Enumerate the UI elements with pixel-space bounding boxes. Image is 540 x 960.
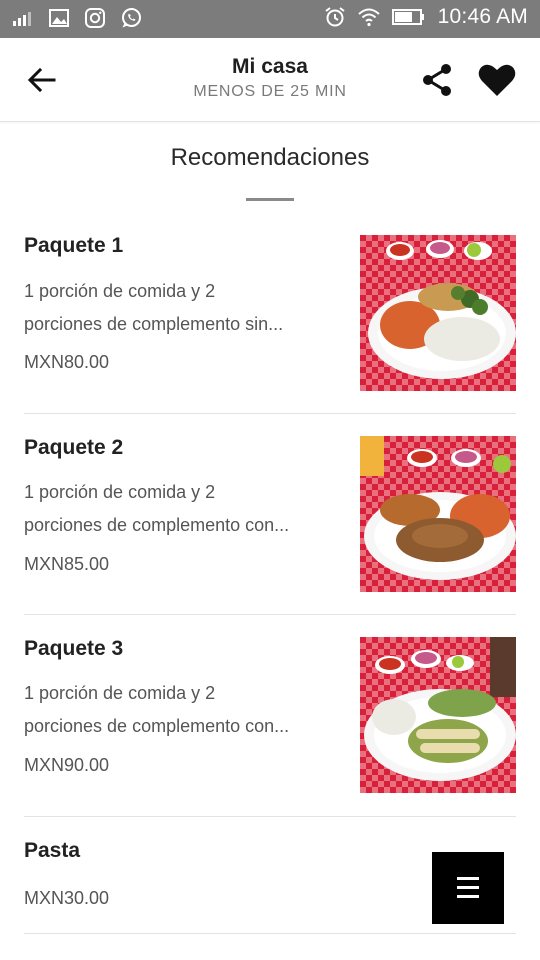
status-bar-notifications — [12, 7, 142, 29]
page-title: Mi casa — [232, 55, 308, 78]
item-description: 1 porción de comida y 2 porciones de com… — [24, 275, 324, 341]
instagram-icon — [85, 8, 105, 28]
status-bar: 10:46 AM — [0, 0, 540, 38]
wifi-icon — [358, 8, 380, 27]
food-plate-image — [360, 436, 516, 592]
item-price: MXN80.00 — [24, 352, 110, 372]
item-price: MXN85.00 — [24, 554, 110, 574]
share-icon[interactable] — [421, 63, 455, 97]
menu-item-paquete-1[interactable]: Paquete 1 1 porción de comida y 2 porcio… — [24, 213, 516, 414]
item-description: 1 porción de comida y 2 porciones de com… — [24, 677, 324, 743]
item-photo — [360, 235, 516, 391]
item-description-line: porciones de complemento sin... — [24, 314, 284, 334]
item-name: Pasta — [24, 839, 81, 862]
signal-icon — [13, 12, 31, 26]
item-description-line: porciones de complemento con... — [24, 716, 290, 736]
status-bar-system: 10:46 AM — [324, 5, 528, 29]
back-arrow-icon[interactable] — [26, 65, 58, 95]
item-description-line: 1 porción de comida y 2 — [24, 683, 216, 703]
item-photo — [360, 637, 516, 793]
item-description: 1 porción de comida y 2 porciones de com… — [24, 476, 324, 542]
menu-button[interactable] — [432, 852, 504, 924]
delivery-time: MENOS DE 25 MIN — [193, 83, 347, 100]
item-description-line: 1 porción de comida y 2 — [24, 281, 216, 301]
alarm-icon — [325, 7, 345, 27]
section-title: Recomendaciones — [170, 144, 370, 171]
item-price: MXN90.00 — [24, 755, 110, 775]
menu-item-paquete-2[interactable]: Paquete 2 1 porción de comida y 2 porcio… — [24, 414, 516, 615]
whatsapp-icon — [122, 8, 141, 28]
item-price: MXN30.00 — [24, 888, 110, 908]
menu-item-paquete-3[interactable]: Paquete 3 1 porción de comida y 2 porcio… — [24, 615, 516, 817]
status-time: 10:46 AM — [437, 5, 528, 28]
item-name: Paquete 2 — [24, 436, 124, 459]
item-photo — [360, 436, 516, 592]
section-divider — [246, 198, 294, 201]
item-name: Paquete 3 — [24, 637, 124, 660]
heart-icon[interactable] — [478, 62, 516, 98]
item-description-line: porciones de complemento con... — [24, 515, 290, 535]
food-plate-image — [360, 235, 516, 391]
item-name: Paquete 1 — [24, 234, 124, 257]
header-titles: Mi casa MENOS DE 25 MIN — [120, 54, 420, 103]
food-plate-image — [360, 637, 516, 793]
image-icon — [49, 9, 69, 27]
battery-icon — [391, 9, 424, 25]
item-description-line: 1 porción de comida y 2 — [24, 482, 216, 502]
app-header: Mi casa MENOS DE 25 MIN — [0, 38, 540, 122]
